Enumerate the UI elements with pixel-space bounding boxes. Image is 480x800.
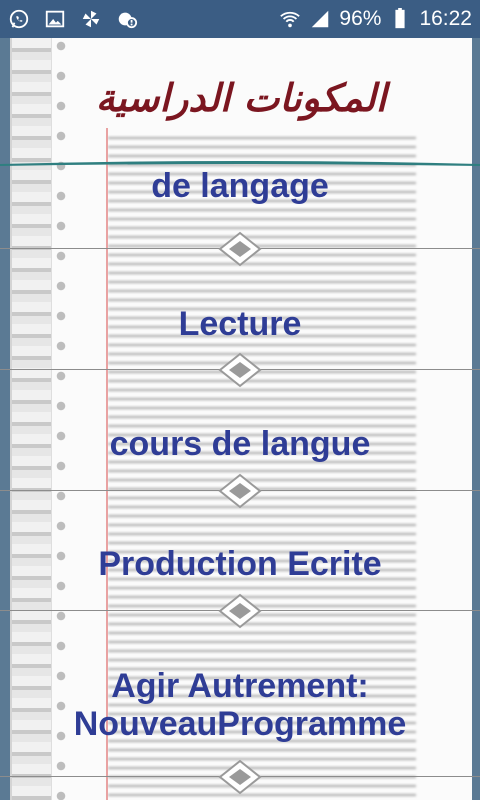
list-item-label: Lecture: [178, 305, 302, 343]
list-item-written-production[interactable]: Production Ecrite: [0, 532, 480, 596]
battery-percent: 96%: [339, 7, 382, 30]
list-separator: [0, 473, 480, 509]
list-item-label: cours de langue: [109, 425, 371, 463]
gallery-icon: [44, 8, 66, 30]
wifi-icon: [279, 8, 301, 30]
clock-time: 16:22: [419, 7, 472, 30]
pinwheel-icon: [80, 8, 102, 30]
whatsapp-icon: [8, 8, 30, 30]
course-list[interactable]: de langage Lecture cours de langue Produ…: [0, 166, 480, 800]
cloud-alert-icon: [116, 8, 138, 30]
status-bar: 96% 16:22: [0, 0, 480, 38]
list-item-label: Production Ecrite: [98, 545, 382, 583]
list-separator: [0, 759, 480, 795]
page-title: المكونات الدراسية: [10, 38, 472, 156]
list-item-new-program[interactable]: Agir Autrement: NouveauProgramme: [0, 663, 480, 747]
battery-icon: [389, 8, 411, 30]
list-item-label: Agir Autrement: NouveauProgramme: [73, 667, 407, 743]
list-separator: [0, 352, 480, 388]
list-item-label: de langage: [151, 167, 329, 205]
list-separator: [0, 231, 480, 267]
title-text: المكونات الدراسية: [95, 74, 387, 120]
list-separator: [0, 593, 480, 629]
list-item-language[interactable]: de langage: [0, 167, 480, 230]
list-item-language-course[interactable]: cours de langue: [0, 412, 480, 476]
signal-icon: [309, 8, 331, 30]
list-item-lecture[interactable]: Lecture: [0, 292, 480, 356]
